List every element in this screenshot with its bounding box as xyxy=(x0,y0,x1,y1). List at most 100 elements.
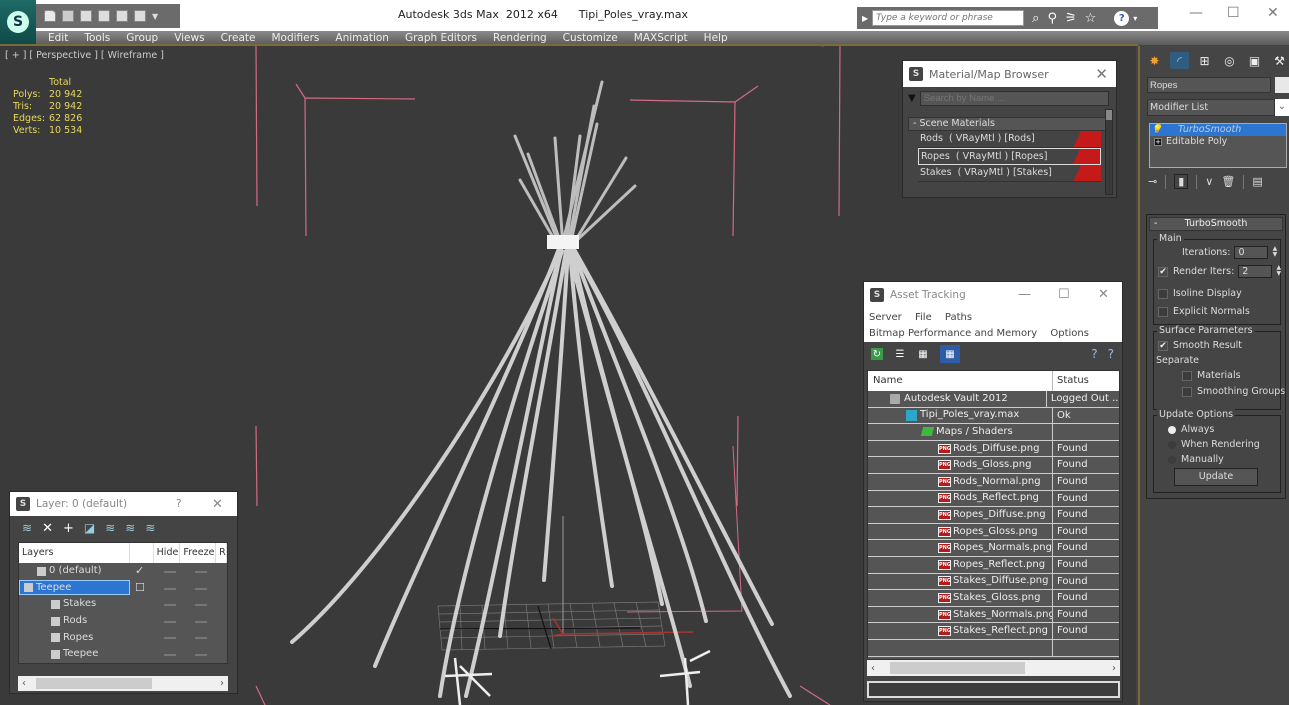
help-icon[interactable]: ? xyxy=(1091,347,1097,361)
undo-icon[interactable] xyxy=(80,10,92,22)
configure-sets-icon[interactable]: ▤ xyxy=(1252,175,1262,188)
scrollbar-thumb[interactable] xyxy=(890,662,1025,674)
asset-row[interactable]: PNG Ropes_Diffuse.png Found xyxy=(868,507,1119,524)
column-status[interactable]: Status xyxy=(1053,371,1089,391)
material-search-input[interactable] xyxy=(919,90,1109,106)
iterations-spinner[interactable]: 0 xyxy=(1234,246,1269,259)
material-item-ropes[interactable]: Ropes ( VRayMtl ) [Ropes] xyxy=(918,148,1101,165)
app-menu-button[interactable]: S xyxy=(0,0,36,44)
freeze-toggle[interactable] xyxy=(195,637,207,640)
object-color-swatch[interactable] xyxy=(1275,77,1289,93)
isoline-display-checkbox[interactable] xyxy=(1158,288,1168,299)
options-dropdown-icon[interactable]: ▼ xyxy=(908,93,916,104)
hold-icon[interactable] xyxy=(134,10,146,22)
help-icon[interactable]: ? xyxy=(1114,10,1130,26)
viewport-label[interactable]: [ + ] [ Perspective ] [ Wireframe ] xyxy=(5,50,164,61)
asset-row[interactable]: PNG Ropes_Normals.png Found xyxy=(868,540,1119,557)
create-layer-icon[interactable]: ≋ xyxy=(22,521,32,535)
remove-modifier-icon[interactable]: 🗑 xyxy=(1221,175,1235,188)
update-when-rendering-radio[interactable] xyxy=(1168,440,1176,449)
show-end-result-icon[interactable]: ▮ xyxy=(1174,174,1189,189)
modifier-list-dropdown[interactable]: Modifier List xyxy=(1147,99,1275,116)
hide-toggle[interactable] xyxy=(164,604,176,607)
separate-materials-checkbox[interactable] xyxy=(1182,370,1192,381)
material-list-scrollbar[interactable] xyxy=(1105,109,1113,195)
menu-graph-editors[interactable]: Graph Editors xyxy=(397,32,485,44)
lightbulb-icon[interactable]: 💡 xyxy=(1150,124,1164,136)
object-name-input[interactable] xyxy=(1147,77,1271,93)
scroll-right-icon[interactable]: › xyxy=(220,678,224,689)
motion-tab-icon[interactable]: ◎ xyxy=(1220,52,1239,69)
material-browser-titlebar[interactable]: S Material/Map Browser ✕ xyxy=(903,61,1116,87)
menu-customize[interactable]: Customize xyxy=(555,32,626,44)
column-freeze[interactable]: Freeze xyxy=(180,543,217,563)
column-current[interactable] xyxy=(130,543,154,563)
save-icon[interactable] xyxy=(62,10,74,22)
current-layer-checkmark-icon[interactable]: ✓ xyxy=(135,563,144,579)
select-objects-icon[interactable]: ◪ xyxy=(84,521,95,535)
menu-maxscript[interactable]: MAXScript xyxy=(626,32,696,44)
freeze-toggle[interactable] xyxy=(195,587,207,590)
update-manually-radio[interactable] xyxy=(1168,455,1176,464)
render-iters-checkbox[interactable]: ✔ xyxy=(1158,266,1168,277)
expand-icon[interactable]: + xyxy=(1154,138,1162,146)
set-current-checkbox[interactable]: ☐ xyxy=(135,580,145,596)
material-item-rods[interactable]: Rods ( VRayMtl ) [Rods] xyxy=(918,131,1101,148)
freeze-all-icon[interactable]: ≋ xyxy=(145,521,155,535)
keyword-search-input[interactable] xyxy=(872,10,1025,26)
asset-row[interactable]: PNG Ropes_Reflect.png Found xyxy=(868,556,1119,574)
binoculars-icon[interactable]: ⌕ xyxy=(1032,11,1039,26)
scroll-right-icon[interactable]: › xyxy=(1112,663,1116,674)
modify-tab-icon[interactable]: ◜ xyxy=(1170,52,1189,69)
menu-paths[interactable]: Paths xyxy=(945,312,972,323)
expand-arrow-icon[interactable]: ▶ xyxy=(862,14,868,23)
chevron-down-icon[interactable]: ⌄ xyxy=(1275,99,1289,116)
add-to-layer-icon[interactable]: + xyxy=(63,521,74,536)
spinner-arrows-icon[interactable]: ▲ ▼ xyxy=(1274,265,1283,278)
column-render[interactable]: R xyxy=(216,543,227,563)
horizontal-scrollbar[interactable]: ‹ › xyxy=(867,660,1120,676)
customize-dropdown-icon[interactable]: ▼ xyxy=(152,12,158,21)
asset-tracking-titlebar[interactable]: S Asset Tracking — ☐ ✕ xyxy=(864,282,1122,308)
scroll-left-icon[interactable]: ‹ xyxy=(22,678,26,689)
utilities-tab-icon[interactable]: ⚒ xyxy=(1270,52,1289,69)
menu-group[interactable]: Group xyxy=(118,32,166,44)
scene-materials-section[interactable]: - Scene Materials xyxy=(908,117,1107,131)
freeze-toggle[interactable] xyxy=(195,571,207,573)
scrollbar-thumb[interactable] xyxy=(1106,110,1112,120)
star-icon[interactable]: ☆ xyxy=(1085,11,1097,26)
stack-item-turbosmooth[interactable]: 💡 TurboSmooth xyxy=(1150,124,1286,136)
menu-bitmap-performance[interactable]: Bitmap Performance and Memory xyxy=(869,328,1037,339)
menu-tools[interactable]: Tools xyxy=(76,32,118,44)
layer-row[interactable]: Teepee ☐ xyxy=(19,580,227,597)
hierarchy-tab-icon[interactable]: ⊞ xyxy=(1195,52,1214,69)
menu-create[interactable]: Create xyxy=(213,32,264,44)
context-help-icon[interactable]: ? xyxy=(1108,347,1114,361)
rollout-header[interactable]: - TurboSmooth xyxy=(1149,217,1283,231)
menu-options[interactable]: Options xyxy=(1050,328,1089,339)
satellite-icon[interactable]: ⚞ xyxy=(1065,11,1077,26)
freeze-toggle[interactable] xyxy=(195,604,207,607)
open-file-icon[interactable] xyxy=(44,10,56,22)
column-layers[interactable]: Layers xyxy=(19,543,130,563)
render-iters-spinner[interactable]: 2 xyxy=(1238,265,1273,278)
menu-views[interactable]: Views xyxy=(166,32,212,44)
asset-row[interactable]: PNG Rods_Diffuse.png Found xyxy=(868,440,1119,458)
close-button[interactable]: ✕ xyxy=(1267,5,1279,21)
layer-object-row[interactable]: Stakes xyxy=(19,596,227,613)
minimize-button[interactable]: — xyxy=(1018,287,1031,302)
menu-server[interactable]: Server xyxy=(869,312,902,323)
layer-row[interactable]: 0 (default) ✓ xyxy=(19,563,227,580)
asset-row[interactable]: Tipi_Poles_vray.max Ok xyxy=(868,407,1119,425)
asset-row[interactable]: PNG Rods_Normal.png Found xyxy=(868,473,1119,491)
column-hide[interactable]: Hide xyxy=(154,543,181,563)
asset-row[interactable]: PNG Rods_Reflect.png Found xyxy=(868,490,1119,508)
layer-object-row[interactable]: Rods xyxy=(19,613,227,630)
menu-rendering[interactable]: Rendering xyxy=(485,32,555,44)
freeze-toggle[interactable] xyxy=(195,653,207,656)
redo-icon[interactable] xyxy=(116,10,128,22)
asset-row[interactable]: Maps / Shaders xyxy=(868,424,1119,441)
make-unique-icon[interactable]: ∨ xyxy=(1205,175,1213,188)
horizontal-scrollbar[interactable]: ‹ › xyxy=(18,676,228,691)
asset-row[interactable]: Autodesk Vault 2012 Logged Out ... xyxy=(868,391,1119,408)
